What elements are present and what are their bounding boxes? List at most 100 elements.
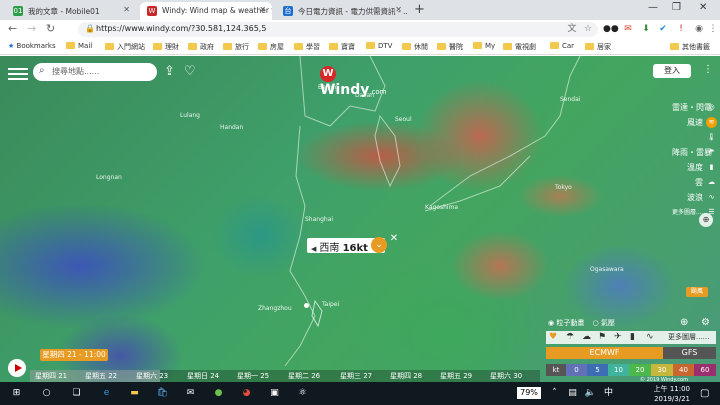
system-tray-up-icon[interactable]: ˄	[548, 387, 561, 400]
bookmark-star-icon[interactable]: ☆	[582, 23, 594, 35]
timeline-bar[interactable]: 星期四 21 星期五 22 星期六 23 星期日 24 星期一 25 星期二 2…	[30, 370, 540, 382]
cloud-icon[interactable]: ☁	[582, 332, 591, 342]
bookmark-folder[interactable]: 入門網站	[105, 42, 145, 52]
extension-pin-icon[interactable]: !	[675, 23, 687, 35]
edge-icon[interactable]: e	[100, 387, 113, 400]
layer-rain[interactable]: 降雨・雷暴 ☂	[672, 145, 718, 160]
heart-icon[interactable]: ♥	[549, 332, 557, 342]
timeline-day[interactable]: 星期六 23	[136, 371, 168, 381]
bookmark-folder[interactable]: 電視劇	[503, 42, 536, 52]
timeline-day[interactable]: 星期三 27	[340, 371, 372, 381]
bookmark-folder[interactable]: My	[473, 42, 495, 50]
close-window-icon[interactable]: ✕	[699, 2, 707, 13]
timeline-day[interactable]: 星期日 24	[187, 371, 219, 381]
layer-radar[interactable]: 雷達・閃電 ◎	[672, 100, 718, 115]
timeline-day[interactable]: 星期六 30	[490, 371, 522, 381]
maximize-icon[interactable]: ❐	[672, 2, 681, 13]
legend-unit[interactable]: kt	[546, 364, 566, 376]
back-icon[interactable]: ←	[8, 22, 17, 35]
chrome-icon[interactable]: ◕	[240, 387, 253, 400]
volume-icon[interactable]: 🔈	[584, 387, 597, 400]
bookmark-folder[interactable]: 政府	[188, 42, 214, 52]
typhoon-button[interactable]: 颱風	[686, 287, 708, 297]
layer-thermometer[interactable]: 溫度 ▮	[672, 160, 718, 175]
bookmark-folder[interactable]: Car	[550, 42, 574, 50]
translate-icon[interactable]: 文	[566, 23, 578, 35]
timeline-day[interactable]: 星期一 25	[237, 371, 269, 381]
app-melon-icon[interactable]: ●	[212, 387, 225, 400]
tab-mobile01[interactable]: 01 我的文章 - Mobile01 ✕	[6, 2, 136, 20]
notification-icon[interactable]: ▢	[700, 388, 709, 399]
bookmark-folder[interactable]: 學習	[294, 42, 320, 52]
zoom-icon[interactable]: ⊕	[699, 213, 713, 227]
airplane-icon[interactable]: ✈	[614, 332, 622, 342]
profile-avatar[interactable]: ◉	[693, 23, 705, 35]
pressure-toggle[interactable]: ○ 氣壓	[593, 319, 615, 327]
current-time-bubble[interactable]: 星期四 21 - 11:00	[40, 349, 108, 361]
bookmark-folder-other[interactable]: 其他書籤	[670, 42, 710, 52]
tab-windy[interactable]: W Windy: Wind map & weather f... ✕	[140, 2, 272, 20]
layer-waves[interactable]: 波浪 ∿	[672, 190, 718, 205]
particles-toggle[interactable]: ◉ 粒子動畫	[548, 319, 584, 327]
new-tab-button[interactable]: +	[414, 2, 425, 17]
timeline-day[interactable]: 星期五 29	[440, 371, 472, 381]
zoom-in-icon[interactable]: ⊕	[680, 317, 688, 328]
extension-shield-icon[interactable]: ✔	[657, 23, 669, 35]
bookmark-folder[interactable]: 理財	[153, 42, 179, 52]
play-button[interactable]	[8, 359, 26, 377]
bookmark-folder[interactable]: DTV	[366, 42, 392, 50]
store-icon[interactable]: 🛍	[156, 387, 169, 400]
flag-icon[interactable]: ⚑	[598, 332, 606, 342]
task-view-icon[interactable]: ❏	[70, 387, 83, 400]
search-input[interactable]: ⌕ 搜尋地點......	[33, 63, 157, 81]
forward-icon[interactable]: →	[27, 22, 36, 35]
app-icon[interactable]: ⚛	[296, 387, 309, 400]
tab-close-icon[interactable]: ✕	[123, 5, 130, 14]
url-bar[interactable]: 🔒 https://www.windy.com/?30.581,124.365,…	[78, 22, 598, 37]
system-clock[interactable]: 上午 11:00 2019/3/21	[620, 384, 690, 404]
bookmark-folder[interactable]: 寶寶	[329, 42, 355, 52]
thermometer-icon[interactable]: ▮	[630, 332, 635, 342]
bookmark-folder[interactable]: 房屋	[258, 42, 284, 52]
tab-close-icon[interactable]: ✕	[259, 5, 266, 14]
chrome-menu-icon[interactable]: ⋮	[707, 23, 719, 35]
bookmark-folder[interactable]: 旅行	[223, 42, 249, 52]
battery-indicator[interactable]: 79%	[517, 387, 541, 399]
wind-popup[interactable]: ◀ 西南 16kt ⌄	[307, 237, 387, 254]
chevron-down-icon[interactable]: ⌄	[371, 237, 387, 253]
waves-icon[interactable]: ∿	[646, 332, 654, 342]
location-pin[interactable]	[304, 303, 309, 308]
model-gfs-button[interactable]: GFS	[663, 347, 716, 359]
close-icon[interactable]: ✕	[389, 234, 399, 244]
timeline-day[interactable]: 星期四 28	[390, 371, 422, 381]
bookmark-folder[interactable]: Mail	[66, 42, 92, 50]
windows-start-icon[interactable]: ⊞	[10, 387, 23, 400]
messages-icon[interactable]: ▣	[268, 387, 281, 400]
overflow-menu-icon[interactable]: ⋮	[702, 64, 714, 78]
minimize-icon[interactable]: —	[648, 2, 658, 13]
file-explorer-icon[interactable]: ▬	[128, 387, 141, 400]
login-button[interactable]: 登入	[653, 64, 691, 78]
settings-icon[interactable]: ⚙	[701, 317, 710, 328]
timeline-day[interactable]: 星期二 26	[288, 371, 320, 381]
tab-power-info[interactable]: 台 今日電力資訊 - 電力供需資訊 - ... ✕	[276, 2, 408, 20]
layer-clouds[interactable]: 雲 ☁	[672, 175, 718, 190]
bookmark-folder[interactable]: 醫院	[437, 42, 463, 52]
model-ecmwf-button[interactable]: ECMWF	[546, 347, 663, 359]
bookmark-folder[interactable]: 休閒	[402, 42, 428, 52]
favorites-heart-icon[interactable]: ♡	[184, 64, 196, 79]
reload-icon[interactable]: ↻	[46, 22, 55, 35]
bookmarks-star-item[interactable]: ★ Bookmarks	[8, 42, 56, 50]
bookmark-folder[interactable]: 居家	[585, 42, 611, 52]
tab-close-icon[interactable]: ✕	[395, 5, 402, 14]
timeline-day[interactable]: 星期四 21	[35, 371, 67, 381]
more-layers-link[interactable]: 更多圖層......	[668, 332, 709, 342]
umbrella-icon[interactable]: ☂	[566, 332, 574, 342]
extension-download-icon[interactable]: ⬇	[640, 23, 652, 35]
input-method-icon[interactable]: 中	[602, 387, 615, 400]
network-icon[interactable]: ▤	[566, 387, 579, 400]
mail-icon[interactable]: ✉	[184, 387, 197, 400]
layer-wind[interactable]: 風速 ≋	[672, 115, 718, 130]
extension-glasses-icon[interactable]: ●●	[603, 23, 619, 35]
search-icon[interactable]: ○	[40, 387, 53, 400]
